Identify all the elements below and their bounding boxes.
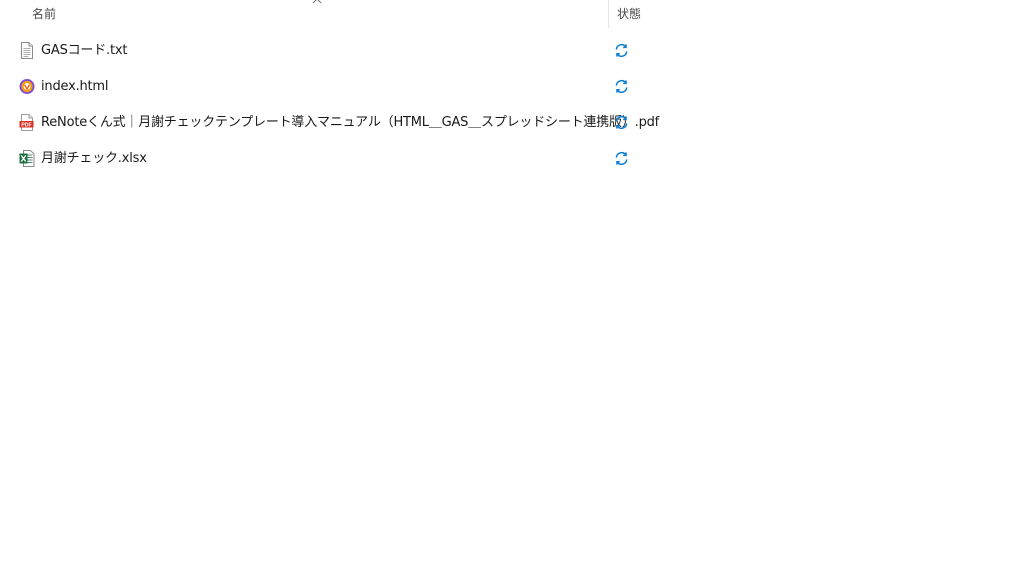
file-name[interactable]: index.html — [41, 69, 109, 105]
file-row[interactable]: GASコード.txt — [0, 33, 1024, 69]
file-list: GASコード.txt index.html PDF ReNoteくん式｜月謝チェ… — [0, 33, 1024, 177]
status-column-header[interactable]: 状態 — [609, 0, 729, 28]
file-explorer: 名前 状態 GASコード.txt index.html PDF ReNoteくん… — [0, 0, 1024, 576]
file-name[interactable]: 月謝チェック.xlsx — [41, 141, 147, 177]
file-row[interactable]: PDF ReNoteくん式｜月謝チェックテンプレート導入マニュアル（HTML＿G… — [0, 105, 1024, 141]
pdf-file-icon: PDF — [19, 114, 34, 131]
file-row[interactable]: index.html — [0, 69, 1024, 105]
svg-text:PDF: PDF — [21, 122, 31, 128]
excel-file-icon — [19, 150, 35, 167]
file-row[interactable]: 月謝チェック.xlsx — [0, 141, 1024, 177]
html-file-icon — [19, 79, 35, 94]
sort-ascending-icon — [312, 0, 322, 4]
sync-icon — [615, 152, 628, 165]
sync-icon — [615, 44, 628, 57]
sync-icon — [615, 116, 628, 129]
column-header-row: 名前 状態 — [0, 0, 1024, 28]
file-name[interactable]: ReNoteくん式｜月謝チェックテンプレート導入マニュアル（HTML＿GAS＿ス… — [41, 105, 659, 141]
sync-icon — [615, 80, 628, 93]
file-name[interactable]: GASコード.txt — [41, 33, 127, 69]
text-file-icon — [21, 42, 33, 59]
